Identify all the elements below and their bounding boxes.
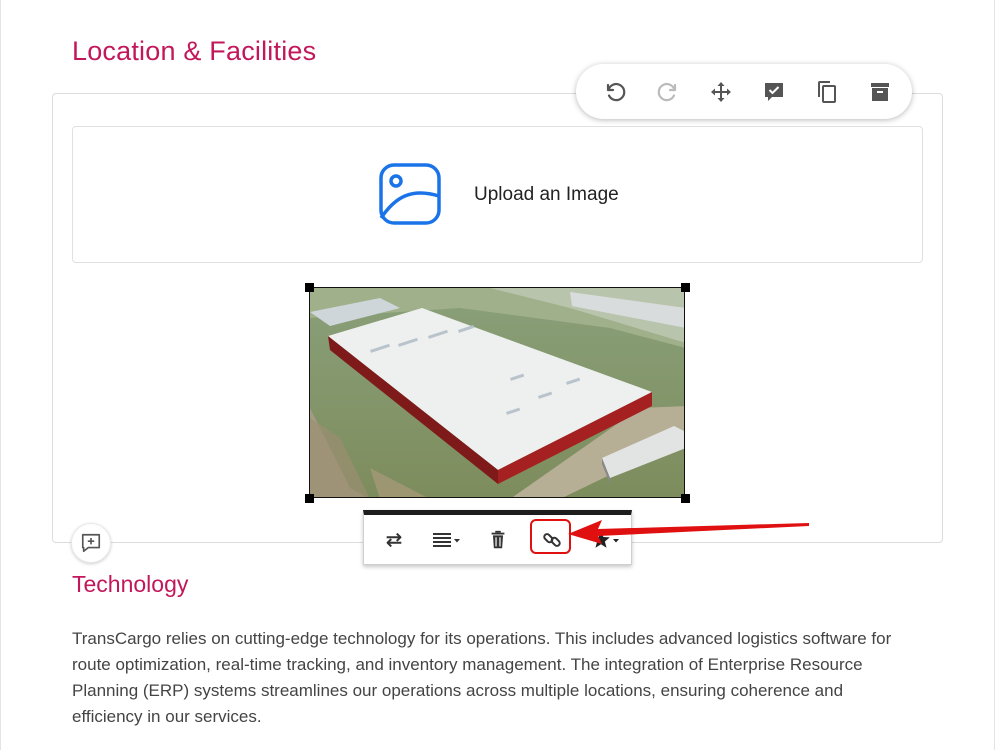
redo-icon [657, 82, 676, 101]
archive-button[interactable] [853, 64, 906, 119]
warehouse-photo [310, 288, 684, 497]
resize-handle-top-left[interactable] [305, 283, 314, 292]
resize-handle-bottom-right[interactable] [681, 494, 690, 503]
undo-icon [606, 82, 625, 101]
warehouse-image[interactable] [309, 287, 685, 498]
section-title: Location & Facilities [72, 36, 317, 66]
undo-button[interactable] [588, 64, 641, 119]
image-toolbar [363, 510, 632, 565]
star-dropdown-button[interactable] [586, 515, 626, 565]
move-button[interactable] [694, 64, 747, 119]
link-icon [543, 533, 561, 547]
comment-check-icon [764, 82, 783, 101]
move-icon [710, 81, 731, 102]
block-toolbar [576, 64, 912, 119]
redo-button[interactable] [641, 64, 694, 119]
add-comment-button[interactable] [71, 523, 111, 563]
duplicate-button[interactable] [800, 64, 853, 119]
trash-icon [491, 530, 505, 549]
resize-handle-top-right[interactable] [681, 283, 690, 292]
swap-icon [386, 532, 402, 548]
technology-paragraph: TransCargo relies on cutting-edge techno… [72, 629, 892, 726]
replace-image-button[interactable] [378, 515, 410, 565]
upload-label: Upload an Image [474, 184, 619, 205]
technology-heading: Technology [72, 571, 189, 597]
align-dropdown-icon [433, 533, 460, 547]
upload-image-dropzone[interactable]: Upload an Image [72, 126, 923, 263]
review-button[interactable] [747, 64, 800, 119]
image-icon [379, 163, 441, 225]
add-comment-icon [81, 533, 101, 553]
link-button[interactable] [534, 515, 570, 565]
delete-image-button[interactable] [482, 515, 514, 565]
copy-icon [817, 80, 836, 103]
resize-handle-bottom-left[interactable] [305, 494, 314, 503]
star-dropdown-icon [592, 531, 619, 548]
archive-icon [870, 82, 889, 101]
align-dropdown-button[interactable] [426, 515, 466, 565]
